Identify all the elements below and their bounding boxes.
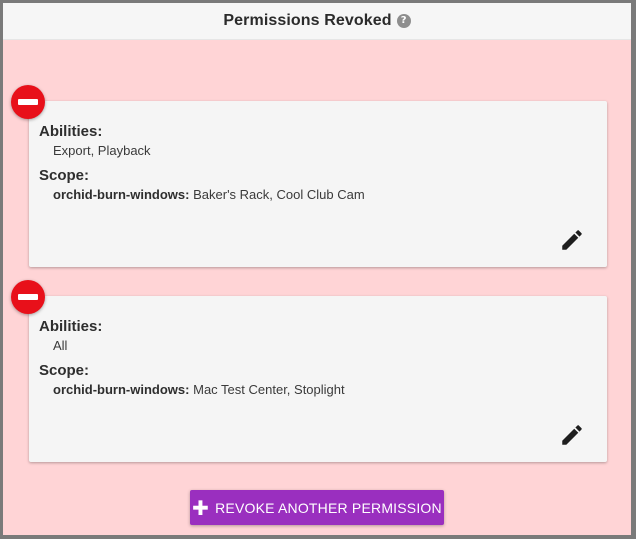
scope-label: Scope: — [39, 362, 90, 379]
revoke-another-permission-button[interactable]: ✚ REVOKE ANOTHER PERMISSION — [190, 490, 444, 525]
scope-value: orchid-burn-windows: Baker's Rack, Cool … — [53, 187, 365, 202]
minus-icon — [18, 99, 38, 105]
scope-project: orchid-burn-windows: — [53, 382, 190, 397]
help-icon[interactable]: ? — [396, 14, 411, 28]
edit-permission-button[interactable] — [559, 227, 585, 253]
scope-label: Scope: — [39, 167, 90, 184]
revoke-another-label: REVOKE ANOTHER PERMISSION — [215, 499, 442, 516]
pencil-icon — [562, 230, 582, 250]
scope-project: orchid-burn-windows: — [53, 187, 190, 202]
permission-card: Abilities: Export, Playback Scope: orchi… — [29, 101, 607, 267]
remove-permission-button[interactable] — [11, 280, 45, 314]
abilities-value: Export, Playback — [53, 143, 151, 158]
remove-permission-button[interactable] — [11, 85, 45, 119]
permission-card: Abilities: All Scope: orchid-burn-window… — [29, 296, 607, 462]
edit-permission-button[interactable] — [559, 422, 585, 448]
scope-items: Baker's Rack, Cool Club Cam — [193, 187, 365, 202]
abilities-label: Abilities: — [39, 123, 103, 140]
panel-header: Permissions Revoked ? — [3, 3, 631, 40]
abilities-value: All — [53, 338, 68, 353]
pencil-icon — [562, 425, 582, 445]
page-title: Permissions Revoked — [223, 12, 392, 29]
permissions-panel: Permissions Revoked ? Abilities: Export,… — [3, 3, 631, 535]
plus-icon: ✚ — [192, 495, 210, 520]
minus-icon — [18, 294, 38, 300]
scope-items: Mac Test Center, Stoplight — [193, 382, 345, 397]
scope-value: orchid-burn-windows: Mac Test Center, St… — [53, 382, 345, 397]
abilities-label: Abilities: — [39, 318, 103, 335]
